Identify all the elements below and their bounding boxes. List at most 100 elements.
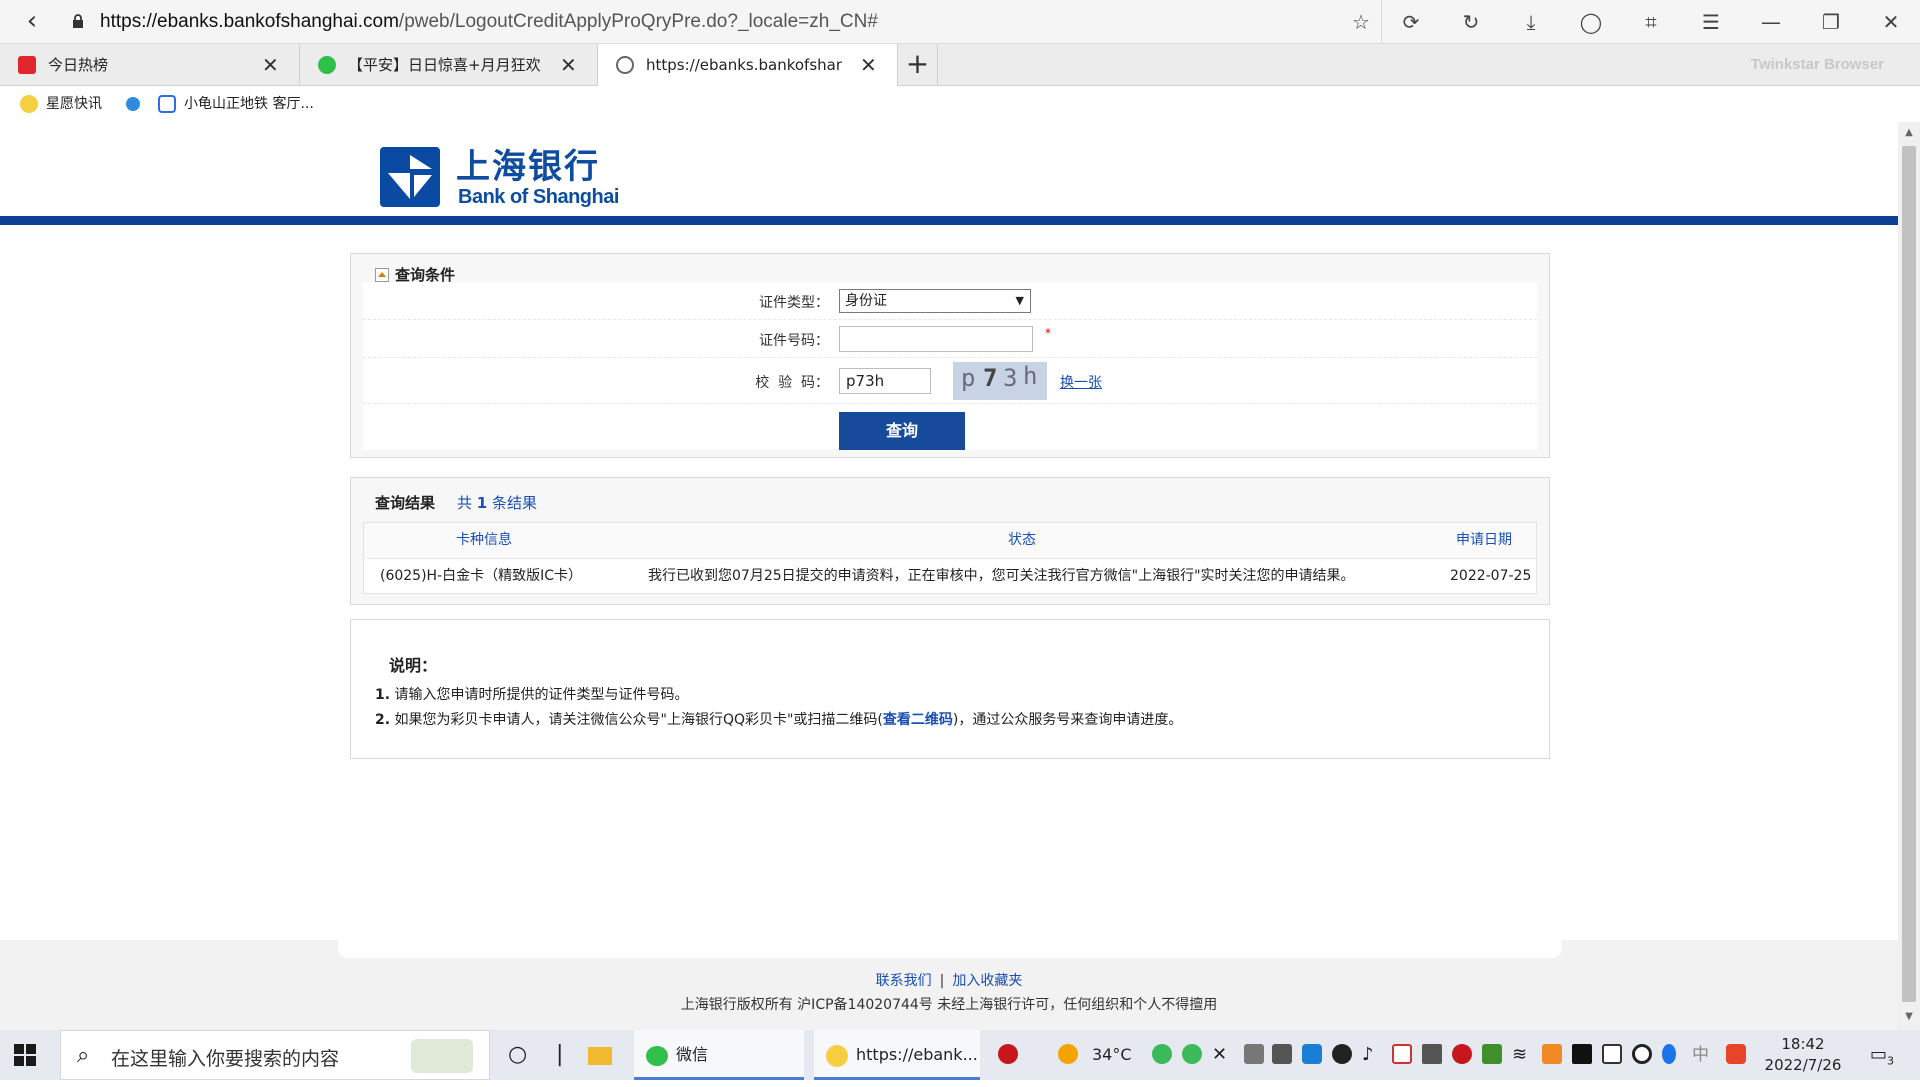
sogou-icon[interactable]: [1726, 1044, 1746, 1064]
restore-icon[interactable]: ❐: [1818, 10, 1844, 34]
cell-date: 2022-07-25: [1450, 568, 1532, 584]
query-button[interactable]: 查询: [839, 412, 965, 450]
lock-icon: [73, 14, 83, 28]
wechat-icon: [318, 56, 336, 74]
id-type-select[interactable]: 身份证 ▼: [839, 289, 1031, 313]
dropdown-arrow-icon: ▼: [1015, 294, 1024, 307]
download-icon[interactable]: ⤓: [1518, 10, 1544, 34]
crop-icon[interactable]: ⌗: [1638, 10, 1664, 34]
bookmarks-bar: 星愿快讯 小龟山正地铁 客厅...: [0, 86, 1920, 122]
address-bar: ‹ https://ebanks.bankofshanghai.com/pweb…: [0, 0, 1920, 44]
captcha-input[interactable]: p73h: [839, 368, 931, 394]
record-icon[interactable]: [1632, 1044, 1652, 1064]
nvidia-icon[interactable]: [1482, 1044, 1502, 1064]
undo-icon[interactable]: ↻: [1458, 10, 1484, 34]
results-count: 共 1 条结果: [457, 494, 538, 512]
minimize-icon[interactable]: —: [1758, 10, 1784, 34]
wechat-tray-icon[interactable]: [1152, 1044, 1172, 1064]
qq-icon[interactable]: [1332, 1044, 1352, 1064]
id-type-label: 证件类型：: [759, 295, 829, 311]
mute-icon[interactable]: ✕: [1212, 1030, 1227, 1080]
star-icon[interactable]: ☆: [1348, 10, 1374, 34]
wechat-work-icon[interactable]: [1182, 1044, 1202, 1064]
tab-hot-list[interactable]: 今日热榜 ✕: [0, 44, 300, 86]
scroll-up-icon[interactable]: ▲: [1898, 124, 1920, 142]
close-window-icon[interactable]: ✕: [1878, 10, 1904, 34]
teamviewer-icon[interactable]: [1302, 1044, 1322, 1064]
taskbar-search[interactable]: ⌕ 在这里输入你要搜索的内容: [60, 1030, 490, 1080]
column-card: 卡种信息: [456, 532, 512, 548]
results-panel: 查询结果 共 1 条结果 卡种信息 状态 申请日期 (6025)H-白金卡（精致…: [350, 477, 1550, 605]
app-red-tray-icon[interactable]: [1452, 1044, 1472, 1064]
results-table: 卡种信息 状态 申请日期 (6025)H-白金卡（精致版IC卡） 我行已收到您0…: [363, 522, 1537, 594]
view-qrcode-link[interactable]: 查看二维码: [883, 712, 953, 728]
taskbar-clock[interactable]: 18:42 2022/7/26: [1760, 1034, 1846, 1076]
globe-icon: [616, 56, 634, 74]
note-item-1: 1. 请输入您申请时所提供的证件类型与证件号码。: [375, 687, 689, 703]
app-black-icon[interactable]: [1572, 1044, 1592, 1064]
captcha-row: 校 验 码： p73h p 7 3 h 换一张: [363, 358, 1537, 404]
app-red-icon[interactable]: [998, 1044, 1018, 1064]
url-field[interactable]: https://ebanks.bankofshanghai.com/pweb/L…: [100, 11, 878, 33]
contact-us-link[interactable]: 联系我们: [876, 973, 932, 989]
battery-icon[interactable]: [1272, 1044, 1292, 1064]
speaker-icon[interactable]: ♪: [1362, 1030, 1374, 1080]
captcha-label: 校 验 码：: [755, 375, 829, 391]
bookmark-blue[interactable]: [126, 94, 148, 114]
device-icon[interactable]: [1244, 1044, 1264, 1064]
task-view-icon[interactable]: ○: [508, 1030, 527, 1080]
back-icon[interactable]: ‹: [18, 8, 46, 36]
taskbar-wechat[interactable]: 微信: [634, 1030, 804, 1080]
tab-pingan[interactable]: 【平安】日日惊喜+月月狂欢 ✕: [300, 44, 598, 86]
bookmark-subway[interactable]: 小龟山正地铁 客厅...: [158, 94, 314, 114]
clipboard-icon[interactable]: [1602, 1044, 1622, 1064]
wifi-icon[interactable]: ≋: [1512, 1030, 1527, 1080]
browser-brand: Twinkstar Browser: [1750, 56, 1884, 73]
notification-icon[interactable]: ▭3: [1870, 1030, 1910, 1080]
captcha-image[interactable]: p 7 3 h: [953, 362, 1047, 400]
results-title: 查询结果: [375, 494, 436, 512]
user-icon[interactable]: ◯: [1578, 10, 1604, 34]
notes-title: 说明：: [389, 656, 438, 675]
taskbar: ⌕ 在这里输入你要搜索的内容 ○ | 微信 https://ebank... 3…: [0, 1030, 1920, 1080]
wechat-icon: [646, 1045, 668, 1066]
note-item-2: 2. 如果您为彩贝卡申请人，请关注微信公众号"上海银行QQ彩贝卡"或扫描二维码(…: [375, 712, 1183, 728]
monitor-icon[interactable]: [1422, 1044, 1442, 1064]
add-favorite-link[interactable]: 加入收藏夹: [952, 973, 1022, 989]
logo-chinese: 上海银行: [456, 147, 600, 187]
temperature: 34°C: [1092, 1045, 1132, 1064]
refresh-captcha-link[interactable]: 换一张: [1060, 372, 1102, 392]
id-number-row: 证件号码： *: [363, 320, 1537, 358]
windows-start-icon[interactable]: [14, 1044, 36, 1066]
collapse-icon[interactable]: [375, 268, 389, 282]
bluetooth-icon[interactable]: [1662, 1044, 1676, 1064]
taskbar-browser[interactable]: https://ebank...: [814, 1030, 980, 1080]
close-icon[interactable]: ✕: [560, 44, 577, 86]
id-number-input[interactable]: [839, 326, 1033, 352]
close-icon[interactable]: ✕: [262, 44, 279, 86]
scroll-thumb[interactable]: [1902, 146, 1916, 1002]
divider-icon: |: [556, 1042, 564, 1067]
bank-logo[interactable]: 上海银行 Bank of Shanghai: [380, 147, 620, 209]
scroll-down-icon[interactable]: ▼: [1898, 1008, 1920, 1026]
search-icon: ⌕: [77, 1043, 90, 1068]
tab-bar: 今日热榜 ✕ 【平安】日日惊喜+月月狂欢 ✕ https://ebanks.ba…: [0, 44, 1920, 87]
bank-logo-icon: [380, 147, 440, 207]
close-icon[interactable]: ✕: [860, 44, 877, 86]
app-orange-icon[interactable]: [1542, 1044, 1562, 1064]
scrollbar[interactable]: ▲ ▼: [1898, 122, 1920, 1030]
tab-ebanks[interactable]: https://ebanks.bankofshang ✕: [598, 44, 898, 87]
menu-icon[interactable]: ☰: [1698, 10, 1724, 34]
shield-icon[interactable]: [1392, 1044, 1412, 1064]
ime-indicator[interactable]: 中: [1692, 1030, 1709, 1080]
file-explorer-icon[interactable]: [588, 1030, 618, 1080]
smiley-icon: [20, 95, 38, 113]
page-content: 上海银行 Bank of Shanghai 查询条件 证件类型： 身份证 ▼ 证…: [0, 122, 1898, 1030]
refresh-icon[interactable]: ⟳: [1398, 10, 1424, 34]
footer: 联系我们 | 加入收藏夹 上海银行版权所有 沪ICP备14020744号 未经上海银…: [0, 940, 1898, 1030]
table-header: 卡种信息 状态 申请日期: [364, 523, 1536, 559]
cell-card: (6025)H-白金卡（精致版IC卡）: [380, 568, 583, 584]
new-tab-button[interactable]: +: [898, 44, 938, 86]
bookmark-xingyuan[interactable]: 星愿快讯: [20, 94, 102, 114]
copyright: 上海银行版权所有 沪ICP备14020744号 未经上海银行许可，任何组织和个人…: [680, 997, 1218, 1013]
